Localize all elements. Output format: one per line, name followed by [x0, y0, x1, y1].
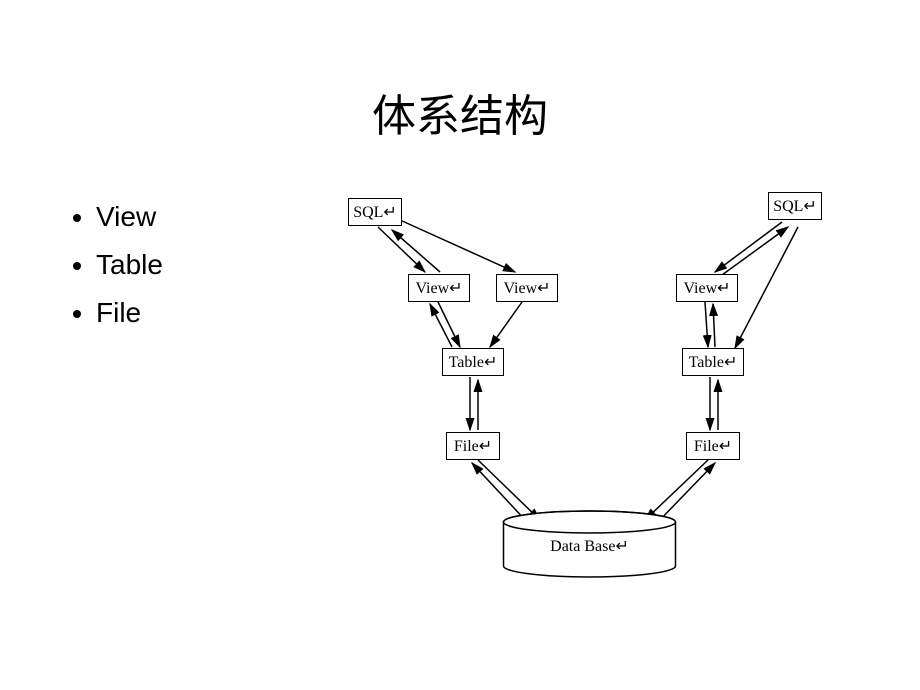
- bullet-item: Table: [96, 244, 163, 286]
- slide-title: 体系结构: [0, 80, 920, 144]
- node-file-1: File↵: [446, 432, 500, 460]
- database-label: Data Base↵: [502, 536, 677, 556]
- node-sql-right: SQL↵: [768, 192, 822, 220]
- node-view-1: View↵: [408, 274, 470, 302]
- bullet-list: View Table File: [74, 196, 163, 340]
- node-table-2: Table↵: [682, 348, 744, 376]
- node-file-2: File↵: [686, 432, 740, 460]
- node-sql-left: SQL↵: [348, 198, 402, 226]
- bullet-item: File: [96, 292, 163, 334]
- node-database: Data Base↵: [502, 510, 677, 578]
- diagram-arrows: [330, 190, 870, 650]
- node-view-2: View↵: [496, 274, 558, 302]
- bullet-item: View: [96, 196, 163, 238]
- architecture-diagram: SQL↵ SQL↵ View↵ View↵ View↵ Table↵ Table…: [330, 190, 870, 650]
- node-table-1: Table↵: [442, 348, 504, 376]
- node-view-3: View↵: [676, 274, 738, 302]
